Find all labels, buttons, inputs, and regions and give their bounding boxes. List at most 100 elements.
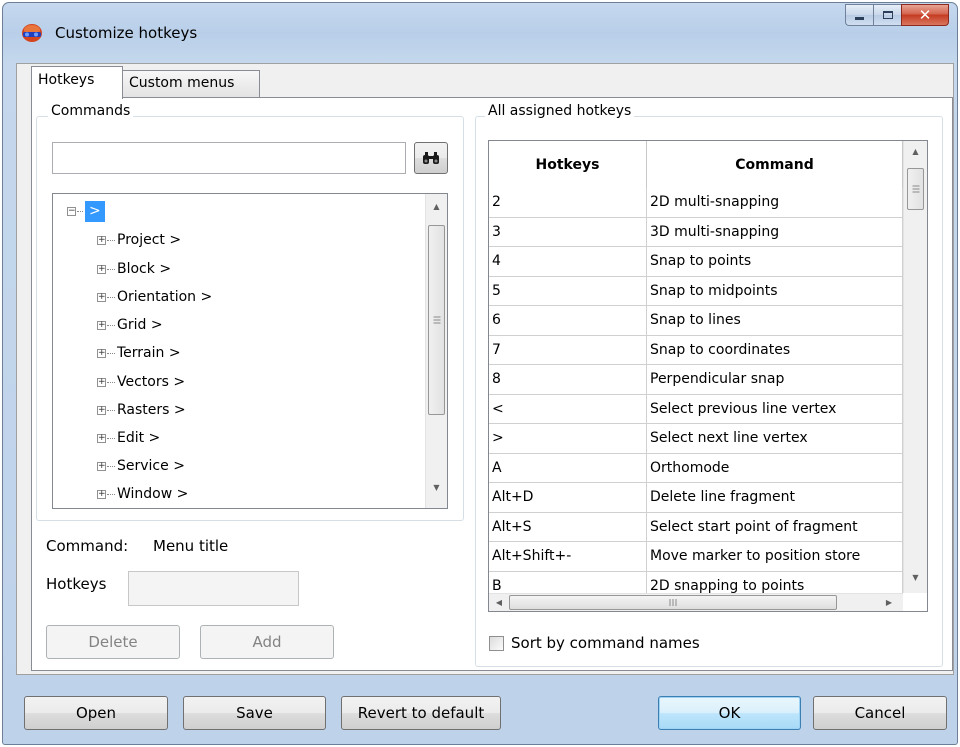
column-header-hotkeys[interactable]: Hotkeys	[489, 141, 647, 188]
tree-item[interactable]: + Terrain >	[97, 342, 181, 364]
tree-item[interactable]: + Vectors >	[97, 371, 185, 393]
table-row[interactable]: Alt+Shift+- Move marker to position store	[489, 542, 903, 572]
binoculars-icon	[423, 152, 439, 164]
table-row[interactable]: 8 Perpendicular snap	[489, 365, 903, 395]
command-cell: Perpendicular snap	[647, 365, 903, 394]
maximize-button[interactable]	[873, 4, 901, 26]
table-row[interactable]: < Select previous line vertex	[489, 394, 903, 424]
hotkeys-label: Hotkeys	[46, 575, 107, 593]
expand-icon[interactable]: +	[97, 235, 106, 245]
expand-icon[interactable]: +	[97, 377, 106, 387]
tab-custom-menus[interactable]: Custom menus	[122, 70, 260, 97]
hotkey-cell: 6	[489, 306, 647, 335]
tree-item-label: Orientation >	[117, 289, 213, 305]
sort-by-command-names-label[interactable]: Sort by command names	[511, 634, 700, 652]
scroll-left-icon[interactable]: ◀	[491, 594, 507, 611]
tree-vertical-scrollbar[interactable]: ▲ ▼	[425, 194, 447, 508]
tree-item[interactable]: + Rasters >	[97, 399, 186, 421]
expand-icon[interactable]: +	[97, 433, 106, 443]
commands-group-label: Commands	[48, 103, 134, 119]
scroll-up-icon[interactable]: ▲	[426, 198, 447, 215]
title-bar[interactable]: Customize hotkeys ✕	[3, 3, 957, 63]
close-button[interactable]: ✕	[901, 4, 949, 26]
tab-hotkeys-label: Hotkeys	[38, 72, 95, 88]
tree-item-label: Window >	[117, 486, 189, 502]
command-cell: Delete line fragment	[647, 483, 903, 512]
revert-to-default-button[interactable]: Revert to default	[341, 696, 501, 730]
hotkey-cell: 2	[489, 188, 647, 217]
add-button[interactable]: Add	[200, 625, 334, 659]
close-icon: ✕	[918, 6, 932, 24]
tree-item[interactable]: + Project >	[97, 229, 181, 251]
tree-item-label: Edit >	[117, 430, 161, 446]
scroll-thumb[interactable]	[907, 168, 924, 210]
scroll-down-icon[interactable]: ▼	[426, 479, 447, 496]
table-row[interactable]: 4 Snap to points	[489, 247, 903, 277]
tree-item-label: Project >	[117, 232, 182, 248]
table-row[interactable]: 7 Snap to coordinates	[489, 335, 903, 365]
revert-to-default-button-label: Revert to default	[357, 704, 485, 722]
tree-root-label: >	[85, 200, 105, 222]
table-row[interactable]: A Orthomode	[489, 453, 903, 483]
expand-icon[interactable]: +	[97, 405, 106, 415]
cancel-button[interactable]: Cancel	[813, 696, 947, 730]
scroll-thumb[interactable]	[509, 595, 837, 610]
command-cell: Select start point of fragment	[647, 512, 903, 541]
expand-icon[interactable]: +	[97, 264, 106, 274]
expand-icon[interactable]: +	[97, 320, 106, 330]
tree-item-label: Grid >	[117, 317, 163, 333]
tab-hotkeys[interactable]: Hotkeys	[31, 66, 123, 99]
hotkey-cell: Alt+Shift+-	[489, 542, 647, 571]
scroll-down-icon[interactable]: ▼	[904, 569, 927, 586]
command-search-input[interactable]	[52, 142, 406, 174]
delete-button-label: Delete	[88, 633, 138, 651]
tree-item-label: Terrain >	[117, 345, 181, 361]
table-row[interactable]: Alt+D Delete line fragment	[489, 483, 903, 513]
tree-item[interactable]: + Window >	[97, 483, 188, 505]
column-header-command[interactable]: Command	[647, 141, 903, 188]
table-row[interactable]: 2 2D multi-snapping	[489, 188, 903, 218]
table-row[interactable]: > Select next line vertex	[489, 424, 903, 454]
table-row[interactable]: 3 3D multi-snapping	[489, 217, 903, 247]
tree-item[interactable]: + Block >	[97, 258, 171, 280]
table-vertical-scrollbar[interactable]: ▲ ▼	[903, 141, 927, 593]
table-horizontal-scrollbar[interactable]: ◀ ▶	[489, 593, 903, 611]
command-cell: Snap to midpoints	[647, 276, 903, 305]
tree-root-item[interactable]: − >	[67, 200, 105, 222]
expand-icon[interactable]: +	[97, 292, 106, 302]
tree-item-label: Rasters >	[117, 402, 186, 418]
tree-item[interactable]: + Orientation >	[97, 286, 212, 308]
minimize-icon	[855, 16, 864, 20]
command-cell: Snap to points	[647, 247, 903, 276]
tree-item[interactable]: + Edit >	[97, 427, 160, 449]
expand-icon[interactable]: +	[97, 348, 106, 358]
hotkeys-field	[128, 571, 299, 606]
save-button[interactable]: Save	[183, 696, 326, 730]
search-button[interactable]	[414, 142, 448, 174]
expand-icon[interactable]: +	[97, 461, 106, 471]
assigned-hotkeys-table[interactable]: Hotkeys Command 2 2D multi-snapping 3 3D m…	[488, 140, 928, 612]
ok-button[interactable]: OK	[658, 696, 801, 730]
delete-button[interactable]: Delete	[46, 625, 180, 659]
minimize-button[interactable]	[845, 4, 873, 26]
column-header-command-label: Command	[735, 156, 814, 173]
tree-item[interactable]: + Grid >	[97, 314, 163, 336]
open-button-label: Open	[75, 704, 117, 722]
command-cell: Orthomode	[647, 453, 903, 482]
collapse-icon[interactable]: −	[67, 206, 76, 216]
hotkey-cell: >	[489, 424, 647, 453]
tree-item-label: Block >	[117, 261, 172, 277]
tree-item[interactable]: + Service >	[97, 455, 185, 477]
commands-tree[interactable]: − > + Project > + Block > + Orientation > +…	[52, 193, 448, 509]
sort-by-command-names-checkbox[interactable]	[489, 636, 504, 651]
table-row[interactable]: Alt+S Select start point of fragment	[489, 512, 903, 542]
open-button[interactable]: Open	[24, 696, 168, 730]
ok-button-label: OK	[718, 704, 741, 722]
scroll-up-icon[interactable]: ▲	[904, 143, 927, 160]
scroll-thumb[interactable]	[428, 225, 445, 415]
scroll-right-icon[interactable]: ▶	[881, 594, 897, 611]
hotkey-cell: A	[489, 453, 647, 482]
table-row[interactable]: 6 Snap to lines	[489, 306, 903, 336]
table-row[interactable]: 5 Snap to midpoints	[489, 276, 903, 306]
expand-icon[interactable]: +	[97, 489, 106, 499]
